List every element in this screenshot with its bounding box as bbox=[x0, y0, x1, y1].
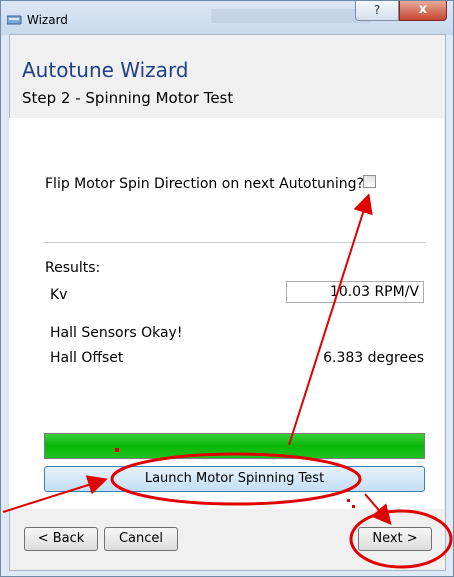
back-button[interactable]: < Back bbox=[24, 527, 98, 551]
step-title: Step 2 - Spinning Motor Test bbox=[22, 89, 234, 107]
title-bar[interactable]: Wizard ? x bbox=[1, 1, 453, 35]
launch-motor-test-button[interactable]: Launch Motor Spinning Test bbox=[44, 466, 425, 492]
flip-direction-label: Flip Motor Spin Direction on next Autotu… bbox=[45, 176, 364, 192]
hall-offset-label: Hall Offset bbox=[50, 350, 124, 366]
progress-fill bbox=[45, 434, 424, 458]
kv-value-field[interactable]: 10.03 RPM/V bbox=[286, 281, 424, 303]
window-icon bbox=[7, 15, 22, 25]
close-button[interactable]: x bbox=[399, 1, 447, 21]
hall-offset-value: 6.383 degrees bbox=[323, 350, 424, 366]
progress-bar bbox=[44, 433, 425, 459]
kv-label: Kv bbox=[50, 287, 68, 303]
window-title: Wizard bbox=[27, 13, 68, 27]
wizard-heading: Autotune Wizard bbox=[22, 58, 189, 82]
flip-direction-checkbox[interactable] bbox=[363, 175, 376, 188]
cancel-button[interactable]: Cancel bbox=[104, 527, 178, 551]
results-label: Results: bbox=[45, 260, 101, 276]
hall-sensor-status: Hall Sensors Okay! bbox=[50, 325, 183, 341]
divider bbox=[43, 242, 426, 243]
help-button[interactable]: ? bbox=[355, 1, 399, 21]
title-blur bbox=[211, 9, 371, 23]
next-button[interactable]: Next > bbox=[358, 527, 432, 551]
